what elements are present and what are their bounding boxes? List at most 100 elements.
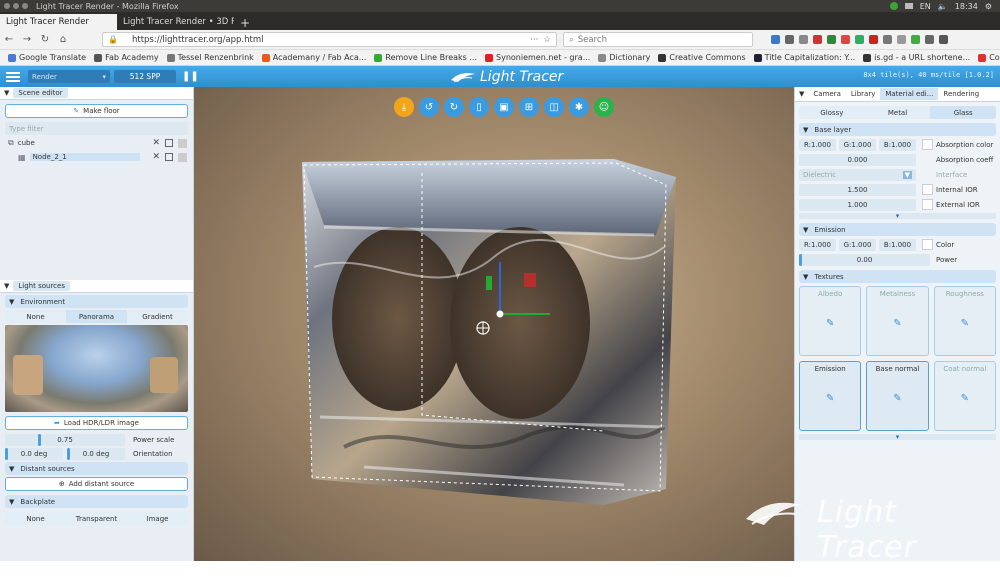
backplate-transparent[interactable]: Transparent [66,512,127,525]
extension-icon[interactable] [813,35,822,44]
backplate-section[interactable]: ▼ Backplate [5,495,188,508]
external-ior-field[interactable]: 1.000 [799,198,916,211]
orientation-field-a[interactable]: 0.0 deg [5,448,63,460]
bookmark-item[interactable]: Title Capitalization: Y... [753,53,855,62]
material-glass[interactable]: Glass [930,106,996,119]
lock-icon[interactable]: 🔒 [108,35,118,44]
render-viewport[interactable]: ⤓ ↺ ↻ ▯ ▣ ⊞ ◫ ✱ ☺ [194,87,794,561]
browser-tab[interactable]: Light Tracer Render [0,14,117,30]
redo-icon[interactable]: ↻ [444,97,464,117]
sidebar-icon[interactable] [799,35,808,44]
power-scale-slider[interactable]: 0.75 [5,434,125,446]
volume-icon[interactable]: 🔈 [938,2,948,11]
extension-icon[interactable] [841,35,850,44]
bookmark-item[interactable]: Tessel Renzenbrink [166,53,254,62]
external-ior-check[interactable] [922,199,933,210]
search-input[interactable]: ⌕ Search [563,32,753,47]
extension-icon[interactable] [855,35,864,44]
visibility-toggle[interactable] [178,152,187,162]
hamburger-menu-icon[interactable] [6,71,20,82]
new-tab-button[interactable]: + [234,16,256,30]
bookmark-item[interactable]: Creative Commons [658,53,746,62]
collapse-triangle-icon[interactable]: ▼ [4,282,9,290]
tab-rendering[interactable]: Rendering [938,88,984,100]
texture-albedo[interactable]: Albedo ✎ [799,286,862,356]
undo-icon[interactable]: ↺ [419,97,439,117]
extension-icon[interactable] [827,35,836,44]
absorption-g-field[interactable]: G:1.000 [839,138,876,151]
clock[interactable]: 18:34 [955,2,978,11]
environment-section[interactable]: ▼ Environment [5,295,188,308]
bookmark-item[interactable]: Synoniemen.net - gra... [485,53,590,62]
light-sources-header[interactable]: ▼ Light sources [0,280,193,293]
env-mode-panorama[interactable]: Panorama [66,310,127,323]
extension-icon[interactable] [911,35,920,44]
page-actions-icon[interactable]: ··· [530,35,538,45]
extension-icon[interactable] [883,35,892,44]
emission-g-field[interactable]: G:1.000 [839,238,876,251]
duplicate-icon[interactable] [165,153,173,161]
texture-roughness[interactable]: Roughness ✎ [933,286,996,356]
language-indicator[interactable]: EN [920,2,931,11]
absorption-coeff-field[interactable]: 0.000 [799,153,916,166]
material-metal[interactable]: Metal [865,106,931,119]
home-icon[interactable]: ⌂ [54,34,72,45]
environment-preview[interactable] [5,325,188,412]
emission-b-field[interactable]: B:1.000 [879,238,916,251]
emission-color-swatch[interactable] [922,239,933,250]
frame-icon[interactable]: ◫ [544,97,564,117]
tree-item-node[interactable]: ▦ Node_2_1 ✕ [0,151,193,163]
scroll-down-icon[interactable]: ▾ [799,434,996,441]
grid-icon[interactable]: ⊞ [519,97,539,117]
extension-icon[interactable] [925,35,934,44]
bookmark-item[interactable]: Google Translate [8,53,86,62]
tree-item-cube[interactable]: ⧉ cube ✕ [0,137,193,149]
base-layer-section[interactable]: ▼ Base layer [799,123,996,136]
absorption-color-swatch[interactable] [922,139,933,150]
tab-material-editor[interactable]: Material edi... [880,88,939,100]
scroll-down-icon[interactable]: ▾ [799,213,996,220]
bookmark-item[interactable]: is.gd - a URL shortene... [863,53,970,62]
delete-icon[interactable]: ✕ [152,152,160,162]
download-render-icon[interactable]: ⤓ [394,97,414,117]
emission-section[interactable]: ▼ Emission [799,223,996,236]
env-mode-none[interactable]: None [5,310,66,323]
backplate-image[interactable]: Image [127,512,188,525]
window-controls[interactable] [4,3,28,9]
settings-icon[interactable]: ✱ [569,97,589,117]
internal-ior-check[interactable] [922,184,933,195]
url-bar[interactable]: 🔒 https://lighttracer.org/app.html ··· ☆ [102,32,557,47]
material-glossy[interactable]: Glossy [799,106,865,119]
bookmark-star-icon[interactable]: ☆ [543,35,551,45]
menu-icon[interactable] [939,35,948,44]
bookmark-item[interactable]: Academany / Fab Aca... [261,53,366,62]
sync-icon[interactable] [889,2,898,10]
emission-r-field[interactable]: R:1.000 [799,238,836,251]
bookmark-item[interactable]: Dictionary [598,53,650,62]
back-icon[interactable]: ← [0,34,18,45]
emission-power-slider[interactable]: 0.00 [799,253,930,266]
texture-coat-normal[interactable]: Coat normal ✎ [933,361,996,431]
bookmark-item[interactable]: CodeHalf - Write Cod... [978,53,1000,62]
pause-icon[interactable]: ❚❚ [182,71,199,82]
type-filter-input[interactable]: Type filter [5,122,188,135]
tab-library[interactable]: Library [846,88,880,100]
library-icon[interactable] [785,35,794,44]
split-view-icon[interactable]: ▯ [469,97,489,117]
visibility-toggle[interactable] [178,138,187,148]
bookmark-item[interactable]: Remove Line Breaks ... [374,53,477,62]
absorption-b-field[interactable]: B:1.000 [879,138,916,151]
extension-icon[interactable] [897,35,906,44]
download-icon[interactable] [771,35,780,44]
duplicate-icon[interactable] [165,139,173,147]
collapse-triangle-icon[interactable]: ▼ [799,90,804,98]
tab-camera[interactable]: Camera [808,88,845,100]
texture-metalness[interactable]: Metalness ✎ [866,286,929,356]
orientation-field-b[interactable]: 0.0 deg [67,448,125,460]
distant-sources-section[interactable]: ▼ Distant sources [5,462,188,475]
texture-emission[interactable]: Emission ✎ [799,361,862,431]
browser-tab[interactable]: Light Tracer Render • 3D R✕ [117,14,234,30]
bookmark-item[interactable]: Fab Academy [94,53,159,62]
absorption-r-field[interactable]: R:1.000 [799,138,836,151]
discord-icon[interactable]: ☺ [594,97,614,117]
